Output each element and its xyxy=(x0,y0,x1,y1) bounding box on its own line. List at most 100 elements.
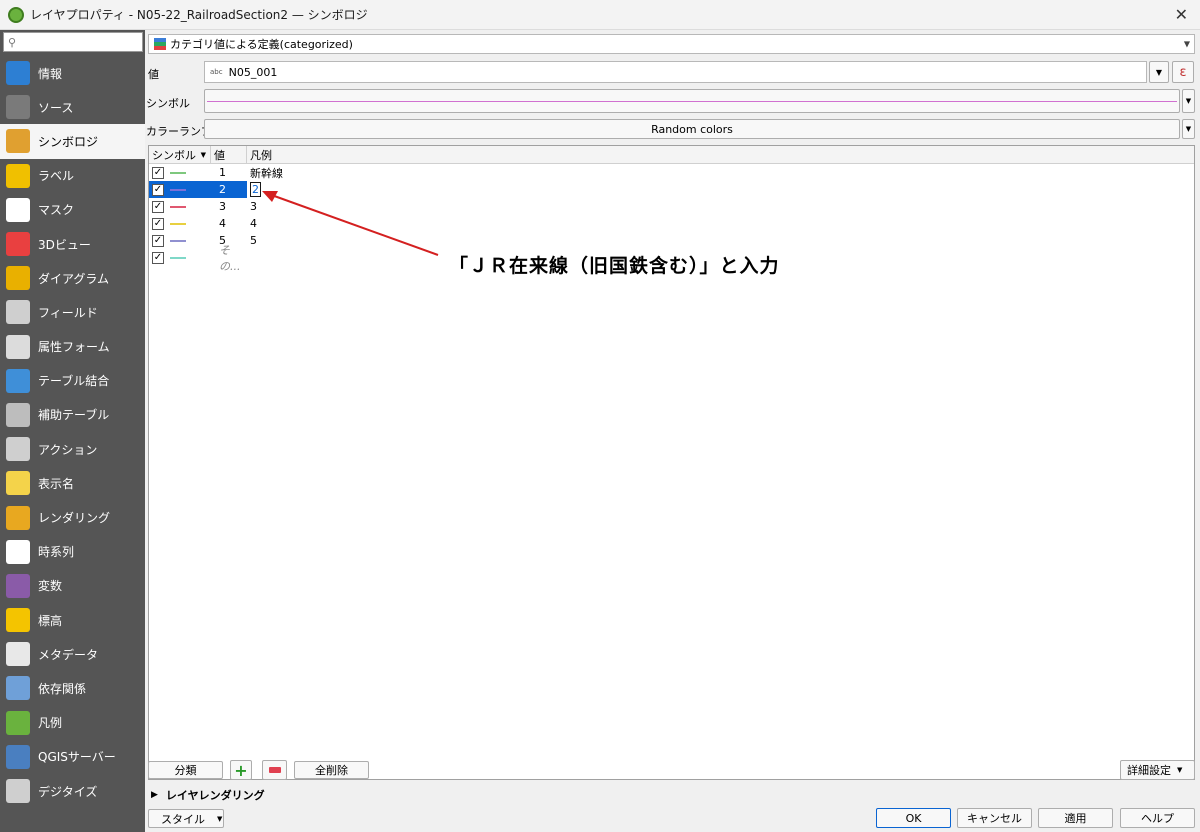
color-ramp-dropdown-button[interactable]: ▼ xyxy=(1182,119,1195,139)
row-symbol-line[interactable] xyxy=(170,239,186,242)
symbol-preview-line xyxy=(207,100,1177,102)
color-ramp-label: カラーランプ xyxy=(146,125,212,138)
value-field-text: N05_001 xyxy=(228,65,278,79)
layer-rendering-toggle[interactable]: ▶ レイヤレンダリング xyxy=(151,787,265,803)
sidebar: ⚲ 情報ソースシンボロジ ラベルマスク 3Dビューダイアグラムフィールド 属性フォーム… xyxy=(0,30,145,832)
expand-arrow-icon: ▶ xyxy=(151,790,158,800)
sidebar-item-19[interactable]: 凡例 xyxy=(0,706,145,740)
sidebar-item-13[interactable]: レンダリング xyxy=(0,500,145,534)
header-value[interactable]: 値 xyxy=(211,146,247,163)
legend-icon xyxy=(6,710,30,735)
row-checkbox[interactable]: ✓ xyxy=(152,166,164,179)
row-checkbox[interactable]: ✓ xyxy=(152,251,164,264)
categorized-icon xyxy=(154,38,166,50)
sidebar-item-6[interactable]: ダイアグラム xyxy=(0,261,145,295)
sidebar-item-3[interactable]: ラベル xyxy=(0,159,145,193)
sidebar-item-label: ダイアグラム xyxy=(38,271,110,286)
sidebar-item-7[interactable]: フィールド xyxy=(0,295,145,329)
sidebar-item-11[interactable]: アクション xyxy=(0,432,145,466)
sidebar-item-4[interactable]: マスク xyxy=(0,193,145,227)
table-row[interactable]: ✓ 4 4 xyxy=(149,215,1194,232)
sidebar-item-label: 凡例 xyxy=(38,716,63,731)
dependency-icon xyxy=(6,676,30,701)
fields-icon xyxy=(6,300,30,325)
join-icon xyxy=(6,368,30,393)
advanced-button[interactable]: 詳細設定 ▼ xyxy=(1120,760,1195,780)
row-checkbox[interactable]: ✓ xyxy=(152,183,164,196)
row-symbol-line[interactable] xyxy=(170,205,186,208)
sidebar-item-17[interactable]: メタデータ xyxy=(0,637,145,671)
table-row[interactable]: ✓ 5 5 xyxy=(149,232,1194,249)
sidebar-item-9[interactable]: テーブル結合 xyxy=(0,364,145,398)
row-value[interactable]: 1 xyxy=(211,166,247,179)
row-legend[interactable]: 2 xyxy=(247,182,261,197)
sidebar-item-8[interactable]: 属性フォーム xyxy=(0,330,145,364)
cancel-button[interactable]: キャンセル xyxy=(957,808,1032,828)
chevron-down-icon: ▼ xyxy=(1185,125,1192,133)
row-symbol-line[interactable] xyxy=(170,188,186,191)
sidebar-item-label: 補助テーブル xyxy=(38,408,110,423)
value-field-select[interactable]: abc N05_001 xyxy=(204,61,1147,83)
table-row[interactable]: ✓ 2 2 xyxy=(149,181,1194,198)
window-title: レイヤプロパティ - N05-22_RailroadSection2 — シンボ… xyxy=(30,8,368,22)
sidebar-item-21[interactable]: デジタイズ xyxy=(0,774,145,808)
sidebar-search-input[interactable]: ⚲ xyxy=(3,32,143,52)
variable-epsilon-icon xyxy=(6,573,30,598)
row-value[interactable]: 4 xyxy=(211,217,247,230)
row-symbol-line[interactable] xyxy=(170,222,186,225)
search-icon: ⚲ xyxy=(8,35,17,49)
sidebar-item-15[interactable]: 変数 xyxy=(0,569,145,603)
value-dropdown-button[interactable]: ▼ xyxy=(1149,61,1169,83)
sidebar-item-0[interactable]: 情報 xyxy=(0,56,145,90)
symbol-dropdown-button[interactable]: ▼ xyxy=(1182,89,1195,113)
row-checkbox[interactable]: ✓ xyxy=(152,234,164,247)
sidebar-item-16[interactable]: 標高 xyxy=(0,603,145,637)
sidebar-item-label: ソース xyxy=(38,100,74,115)
style-menu-button[interactable]: スタイル ▼ xyxy=(148,809,224,828)
category-table[interactable]: シンボル ▼ 値 凡例 ✓ 1 新幹線 ✓ 2 2 ✓ 3 3 ✓ 4 4 ✓ 5 5 ✓ その... xyxy=(148,145,1195,780)
row-checkbox[interactable]: ✓ xyxy=(152,217,164,230)
row-value[interactable]: 2 xyxy=(211,183,247,196)
chevron-down-icon: ▼ xyxy=(1185,97,1192,105)
row-symbol-line[interactable] xyxy=(170,171,186,174)
table-row[interactable]: ✓ 1 新幹線 xyxy=(149,164,1194,181)
sidebar-item-label: レンダリング xyxy=(38,511,111,526)
sidebar-item-14[interactable]: 時系列 xyxy=(0,535,145,569)
help-button[interactable]: ヘルプ xyxy=(1120,808,1195,828)
sidebar-item-label: メタデータ xyxy=(38,647,99,662)
sidebar-item-1[interactable]: ソース xyxy=(0,90,145,124)
sidebar-item-12[interactable]: 表示名 xyxy=(0,466,145,500)
sidebar-item-20[interactable]: QGISサーバー xyxy=(0,740,145,774)
row-legend[interactable]: 4 xyxy=(247,217,257,230)
row-value[interactable]: その... xyxy=(211,242,247,274)
color-ramp-button[interactable]: Random colors xyxy=(204,119,1180,139)
sidebar-item-label: 時系列 xyxy=(38,545,75,560)
symbol-button[interactable] xyxy=(204,89,1180,113)
header-legend[interactable]: 凡例 xyxy=(247,146,1194,163)
digitize-icon xyxy=(6,779,30,804)
classify-button[interactable]: 分類 xyxy=(148,761,223,779)
row-checkbox[interactable]: ✓ xyxy=(152,200,164,213)
table-row[interactable]: ✓ 3 3 xyxy=(149,198,1194,215)
renderer-select[interactable]: カテゴリ値による定義(categorized) ▼ xyxy=(148,34,1195,54)
ok-button[interactable]: OK xyxy=(876,808,951,828)
apply-button[interactable]: 適用 xyxy=(1038,808,1113,828)
sidebar-item-2[interactable]: シンボロジ xyxy=(0,124,145,159)
delete-all-button[interactable]: 全削除 xyxy=(294,761,369,779)
sidebar-list: 情報ソースシンボロジ ラベルマスク 3Dビューダイアグラムフィールド 属性フォーム テー… xyxy=(0,56,145,808)
legend-edit-input[interactable]: 2 xyxy=(250,182,261,197)
remove-category-icon[interactable] xyxy=(262,760,287,780)
sidebar-item-10[interactable]: 補助テーブル xyxy=(0,398,145,432)
row-value[interactable]: 3 xyxy=(211,200,247,213)
add-category-icon[interactable]: + xyxy=(230,760,252,780)
row-symbol-line[interactable] xyxy=(170,256,186,259)
row-legend[interactable]: 新幹線 xyxy=(247,165,283,181)
sidebar-item-label: マスク xyxy=(38,203,75,218)
sidebar-item-18[interactable]: 依存関係 xyxy=(0,671,145,705)
expression-button[interactable]: ε xyxy=(1172,61,1194,83)
sidebar-item-5[interactable]: 3Dビュー xyxy=(0,227,145,261)
row-legend[interactable]: 5 xyxy=(247,234,257,247)
row-legend[interactable]: 3 xyxy=(247,200,257,213)
close-icon[interactable]: ✕ xyxy=(1175,5,1188,24)
header-symbol[interactable]: シンボル ▼ xyxy=(149,146,211,163)
